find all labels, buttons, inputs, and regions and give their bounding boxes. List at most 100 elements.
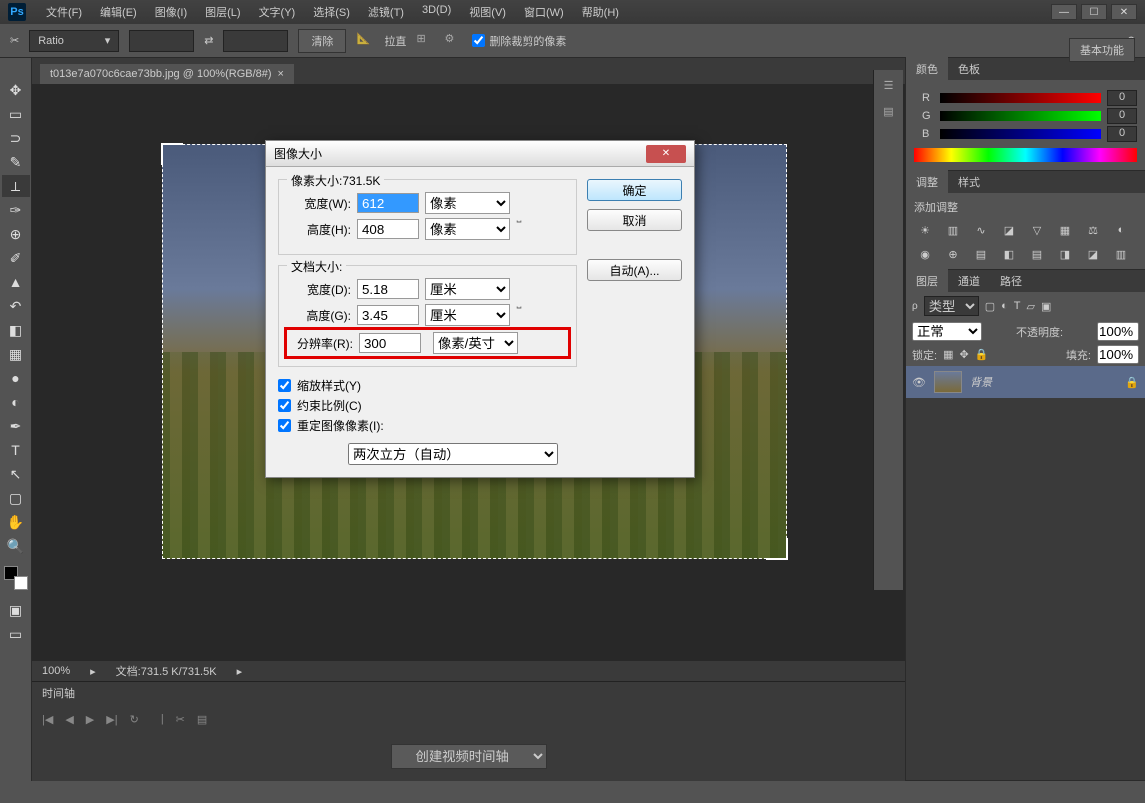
delete-cropped-checkbox[interactable] (472, 34, 485, 47)
fill-value[interactable] (1097, 345, 1139, 364)
layer-filter-kind[interactable]: 类型 (924, 296, 979, 316)
curves-icon[interactable]: ∿ (970, 221, 992, 239)
menu-help[interactable]: 帮助(H) (574, 1, 627, 23)
crop-height-field[interactable] (223, 30, 288, 52)
eyedropper-tool[interactable]: ✑ (2, 199, 30, 221)
menu-filter[interactable]: 滤镜(T) (360, 1, 412, 23)
selective-color-icon[interactable]: ▥ (1110, 245, 1132, 263)
hue-icon[interactable]: ▦ (1054, 221, 1076, 239)
threshold-icon[interactable]: ◨ (1054, 245, 1076, 263)
invert-icon[interactable]: ◧ (998, 245, 1020, 263)
timeline-loop-icon[interactable]: ↻ (130, 713, 139, 726)
create-video-timeline-button[interactable]: 创建视频时间轴 (391, 744, 547, 769)
scale-styles-checkbox[interactable] (278, 379, 291, 392)
height-doc-unit[interactable]: 厘米 (425, 304, 510, 326)
screen-mode-toggle[interactable]: ▭ (2, 623, 30, 645)
b-value[interactable]: 0 (1107, 126, 1137, 142)
color-spectrum[interactable] (914, 148, 1137, 162)
styles-panel-tab[interactable]: 样式 (948, 170, 990, 194)
gradient-map-icon[interactable]: ◪ (1082, 245, 1104, 263)
pen-tool[interactable]: ✒ (2, 415, 30, 437)
photo-filter-icon[interactable]: ◉ (914, 245, 936, 263)
opacity-value[interactable] (1097, 322, 1139, 341)
b-slider[interactable] (940, 129, 1101, 139)
height-unit-select[interactable]: 像素 (425, 218, 510, 240)
cancel-button[interactable]: 取消 (587, 209, 682, 231)
vibrance-icon[interactable]: ▽ (1026, 221, 1048, 239)
grid-overlay-icon[interactable]: ⊞ (416, 32, 434, 50)
g-value[interactable]: 0 (1107, 108, 1137, 124)
width-pixels-input[interactable] (357, 193, 419, 213)
g-slider[interactable] (940, 111, 1101, 121)
height-doc-input[interactable] (357, 305, 419, 325)
resolution-unit[interactable]: 像素/英寸 (433, 332, 518, 354)
history-panel-icon[interactable]: ☰ (878, 74, 900, 96)
workspace-switcher[interactable]: 基本功能 (1069, 38, 1135, 62)
crop-width-field[interactable] (129, 30, 194, 52)
resolution-input[interactable] (359, 333, 421, 353)
lock-pixels-icon[interactable]: ▦ (943, 348, 953, 361)
filter-image-icon[interactable]: ▢ (985, 300, 995, 313)
menu-layer[interactable]: 图层(L) (197, 1, 248, 23)
menu-type[interactable]: 文字(Y) (251, 1, 304, 23)
layer-thumbnail[interactable] (934, 371, 962, 393)
gradient-tool[interactable]: ▦ (2, 343, 30, 365)
lock-position-icon[interactable]: ✥ (959, 348, 968, 361)
lasso-tool[interactable]: ⊃ (2, 127, 30, 149)
timeline-next-icon[interactable]: ▶| (106, 713, 117, 726)
channel-mixer-icon[interactable]: ⊕ (942, 245, 964, 263)
bw-icon[interactable]: ◐ (1110, 221, 1132, 239)
menu-view[interactable]: 视图(V) (461, 1, 514, 23)
stamp-tool[interactable]: ▲ (2, 271, 30, 293)
properties-panel-icon[interactable]: ▤ (878, 100, 900, 122)
resample-checkbox[interactable] (278, 419, 291, 432)
color-swatches[interactable] (4, 566, 28, 590)
width-unit-select[interactable]: 像素 (425, 192, 510, 214)
brightness-icon[interactable]: ☀ (914, 221, 936, 239)
posterize-icon[interactable]: ▤ (1026, 245, 1048, 263)
visibility-icon[interactable]: 👁 (912, 376, 926, 389)
height-pixels-input[interactable] (357, 219, 419, 239)
ok-button[interactable]: 确定 (587, 179, 682, 201)
filter-shape-icon[interactable]: ▱ (1027, 300, 1035, 313)
timeline-transition-icon[interactable]: ▤ (197, 713, 207, 726)
timeline-first-icon[interactable]: |◀ (42, 713, 53, 726)
zoom-tool[interactable]: 🔍 (2, 535, 30, 557)
width-doc-unit[interactable]: 厘米 (425, 278, 510, 300)
lookup-icon[interactable]: ▤ (970, 245, 992, 263)
exposure-icon[interactable]: ◪ (998, 221, 1020, 239)
layers-panel-tab[interactable]: 图层 (906, 269, 948, 293)
aspect-dropdown[interactable]: Ratio▾ (29, 30, 119, 52)
r-value[interactable]: 0 (1107, 90, 1137, 106)
crop-tool[interactable]: ⟂ (2, 175, 30, 197)
adjustments-panel-tab[interactable]: 调整 (906, 170, 948, 194)
hand-tool[interactable]: ✋ (2, 511, 30, 533)
document-tab[interactable]: t013e7a070c6cae73bb.jpg @ 100%(RGB/8#) × (40, 64, 294, 84)
resample-method-select[interactable]: 两次立方（自动） (348, 443, 558, 465)
menu-select[interactable]: 选择(S) (305, 1, 358, 23)
quick-mask-toggle[interactable]: ▣ (2, 599, 30, 621)
document-tab-close-icon[interactable]: × (278, 68, 284, 80)
lock-all-icon[interactable]: 🔒 (975, 348, 989, 361)
filter-adjust-icon[interactable]: ◐ (1001, 300, 1008, 312)
menu-file[interactable]: 文件(F) (38, 1, 90, 23)
menu-3d[interactable]: 3D(D) (414, 1, 459, 23)
blend-mode-select[interactable]: 正常 (912, 322, 982, 341)
auto-button[interactable]: 自动(A)... (587, 259, 682, 281)
timeline-tab[interactable]: 时间轴 (42, 685, 75, 701)
healing-tool[interactable]: ⊕ (2, 223, 30, 245)
constrain-checkbox[interactable] (278, 399, 291, 412)
dialog-close-button[interactable]: ✕ (646, 145, 686, 163)
gear-icon[interactable]: ⚙ (444, 32, 462, 50)
clear-button[interactable]: 清除 (298, 29, 346, 53)
type-tool[interactable]: T (2, 439, 30, 461)
timeline-cut-icon[interactable]: ✂ (176, 713, 185, 726)
shape-tool[interactable]: ▢ (2, 487, 30, 509)
minimize-button[interactable]: — (1051, 4, 1077, 20)
marquee-tool[interactable]: ▭ (2, 103, 30, 125)
close-button[interactable]: ✕ (1111, 4, 1137, 20)
channels-panel-tab[interactable]: 通道 (948, 269, 990, 293)
straighten-icon[interactable]: 📐 (356, 32, 374, 50)
brush-tool[interactable]: ✐ (2, 247, 30, 269)
layer-background[interactable]: 👁 背景 🔒 (906, 366, 1145, 398)
